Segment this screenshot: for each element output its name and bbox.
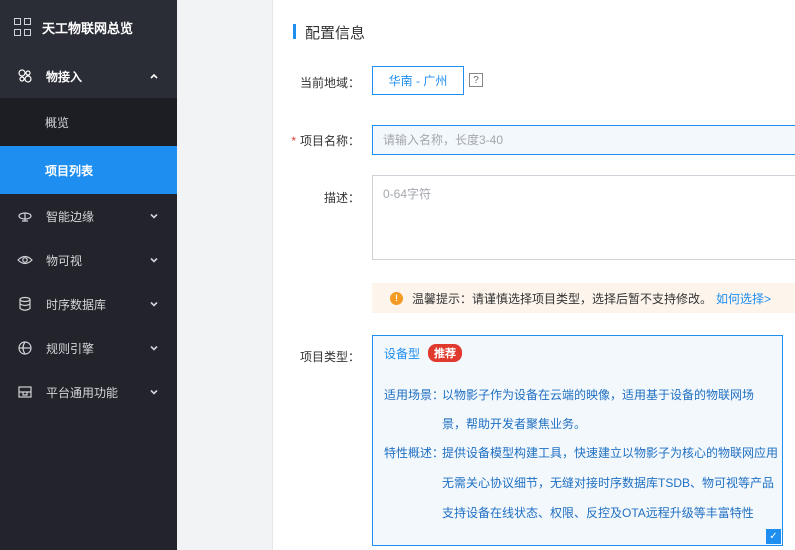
- rule-engine-icon: [16, 339, 34, 357]
- chevron-down-icon: [150, 389, 158, 395]
- device-access-icon: [16, 67, 34, 85]
- chevron-down-icon: [150, 213, 158, 219]
- sidebar-item-label: 概览: [45, 115, 70, 130]
- project-type-card-device[interactable]: 设备型 推荐 适用场景：以物影子作为设备在云端的映像，适用基于设备的物联网场 景…: [372, 335, 783, 546]
- content-gutter: [177, 0, 272, 550]
- scene-key: 适用场景：: [384, 388, 445, 402]
- chevron-down-icon: [150, 257, 158, 263]
- config-panel: 配置信息 当前地域： 华南 - 广州 ? *项目名称： 描述： ! 温馨提示：请…: [272, 0, 795, 550]
- sidebar-item-smart-edge[interactable]: 智能边缘: [0, 194, 177, 238]
- sidebar-item-label: 项目列表: [45, 163, 94, 178]
- feature-text-1: 提供设备模型构建工具，快速建立以物影子为核心的物联网应用: [442, 446, 779, 460]
- help-icon[interactable]: ?: [469, 73, 483, 87]
- warning-icon: !: [390, 291, 403, 305]
- sidebar-item-project-list[interactable]: 项目列表: [0, 146, 177, 194]
- sidebar-group-label: 物接入: [46, 69, 83, 84]
- feature-line-1: 特性概述：提供设备模型构建工具，快速建立以物影子为核心的物联网应用: [384, 444, 778, 461]
- project-type-label: 项目类型：: [299, 350, 360, 364]
- database-icon: [16, 295, 34, 313]
- eye-icon: [16, 251, 34, 269]
- region-selector[interactable]: 华南 - 广州: [372, 66, 464, 95]
- scene-line-2: 景，帮助开发者聚焦业务。: [442, 417, 587, 431]
- edge-icon: [16, 207, 34, 225]
- sidebar-item-label: 时序数据库: [46, 297, 107, 312]
- region-label: 当前地域：: [299, 76, 360, 90]
- project-name-label: * 项目名称：: [276, 132, 360, 149]
- description-input[interactable]: [372, 175, 795, 260]
- sidebar-item-label: 规则引擎: [46, 341, 95, 356]
- sidebar-item-tsdb[interactable]: 时序数据库: [0, 282, 177, 326]
- overview-link[interactable]: 天工物联网总览: [0, 0, 177, 54]
- chevron-down-icon: [150, 345, 158, 351]
- scene-line-1: 适用场景：以物影子作为设备在云端的映像，适用基于设备的物联网场: [384, 386, 754, 403]
- sidebar-item-label: 物可视: [46, 253, 83, 268]
- checkmark-icon: ✓: [766, 529, 781, 544]
- type-name: 设备型: [384, 346, 421, 361]
- feature-key: 特性概述：: [384, 446, 445, 460]
- project-name-label-text: 项目名称：: [299, 134, 360, 148]
- sidebar-item-rule-engine[interactable]: 规则引擎: [0, 326, 177, 370]
- how-to-choose-link[interactable]: 如何选择>: [716, 290, 771, 307]
- sidebar-item-overview[interactable]: 概览: [0, 98, 177, 146]
- sidebar-item-visualization[interactable]: 物可视: [0, 238, 177, 282]
- feature-line-3: 支持设备在线状态、权限、反控及OTA远程升级等丰富特性: [442, 506, 754, 520]
- scene-text-1: 以物影子作为设备在云端的映像，适用基于设备的物联网场: [442, 388, 755, 402]
- sidebar-item-label: 智能边缘: [46, 209, 95, 224]
- type-card-header: 设备型 推荐: [384, 344, 463, 362]
- sidebar-group-iot-access[interactable]: 物接入: [0, 54, 177, 98]
- required-mark: *: [291, 134, 296, 148]
- overview-title: 天工物联网总览: [42, 20, 134, 36]
- platform-icon: [16, 383, 34, 401]
- recommend-badge: 推荐: [428, 344, 463, 362]
- chevron-down-icon: [150, 301, 158, 307]
- feature-line-2: 无需关心协议细节，无缝对接时序数据库TSDB、物可视等产品: [442, 476, 775, 490]
- sidebar-item-platform[interactable]: 平台通用功能: [0, 370, 177, 414]
- grid-icon: [14, 18, 32, 36]
- sidebar: 天工物联网总览 物接入 概览 项目列表 智能边缘 物可视 时序数据库 规则引擎 …: [0, 0, 177, 550]
- tip-text: 温馨提示：请谨慎选择项目类型，选择后暂不支持修改。: [412, 291, 713, 306]
- chevron-up-icon: [150, 73, 158, 79]
- description-label: 描述：: [323, 191, 360, 205]
- project-name-input[interactable]: [372, 125, 795, 155]
- warning-tip: ! 温馨提示：请谨慎选择项目类型，选择后暂不支持修改。 如何选择>: [372, 283, 795, 313]
- sidebar-item-label: 平台通用功能: [46, 385, 119, 400]
- section-title: 配置信息: [293, 22, 365, 43]
